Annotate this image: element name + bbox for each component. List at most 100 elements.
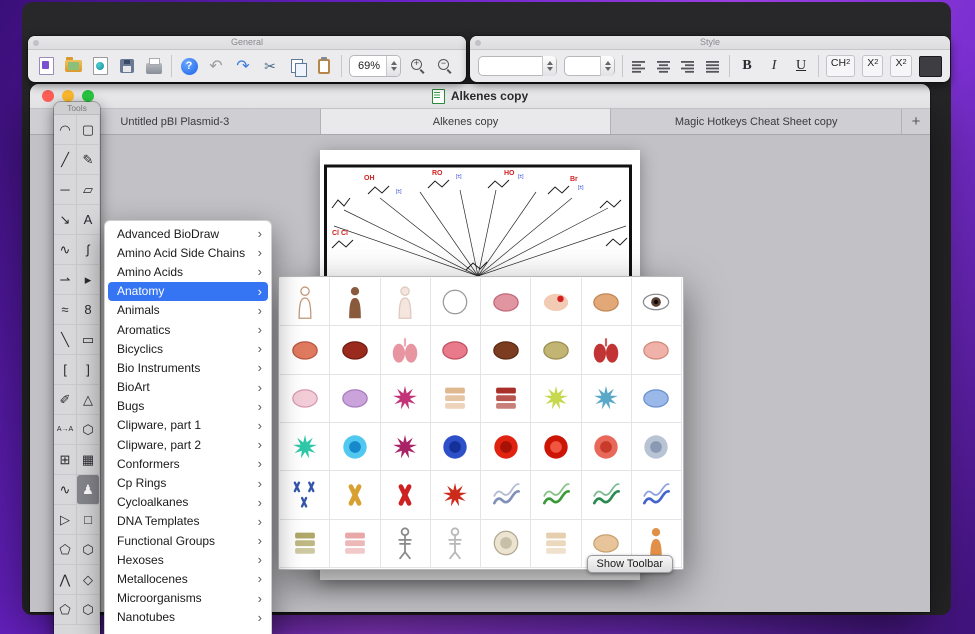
- menu-item-hexoses[interactable]: Hexoses›: [108, 550, 268, 569]
- new-document-button[interactable]: [36, 56, 56, 76]
- template-tool[interactable]: ▦: [77, 445, 100, 475]
- clipart-spiky-cell[interactable]: [381, 375, 431, 423]
- clipart-astrocyte[interactable]: [632, 375, 682, 423]
- undo-button[interactable]: ↶: [206, 56, 226, 76]
- tab-alkenes-copy[interactable]: Alkenes copy: [321, 109, 612, 134]
- close-icon[interactable]: [33, 40, 39, 46]
- rectangle-tool[interactable]: ▭: [77, 325, 100, 355]
- clipart-heart[interactable]: [431, 326, 481, 374]
- pentagon-tool[interactable]: ⬠: [54, 535, 77, 565]
- italic-button[interactable]: I: [764, 56, 784, 76]
- new-tab-button[interactable]: +: [902, 109, 930, 134]
- menu-item-functional-groups[interactable]: Functional Groups›: [108, 531, 268, 550]
- menu-item-bioart[interactable]: BioArt›: [108, 378, 268, 397]
- clipart-stomach[interactable]: [531, 326, 581, 374]
- orbital-tool[interactable]: 8: [77, 295, 100, 325]
- clipart-torso-with-heart[interactable]: [531, 278, 581, 326]
- menu-item-nanotubes[interactable]: Nanotubes›: [108, 608, 268, 627]
- cyclopentane-tool[interactable]: ⬠: [54, 595, 77, 625]
- line-tool[interactable]: ─: [54, 175, 77, 205]
- menu-item-clipware-part-2[interactable]: Clipware, part 2›: [108, 435, 268, 454]
- formula-button[interactable]: CH2: [826, 55, 855, 77]
- color-well[interactable]: [919, 56, 942, 77]
- clipart-molecule-green[interactable]: [531, 471, 581, 519]
- text-tool[interactable]: A: [77, 205, 100, 235]
- chain-tool[interactable]: ʃ: [77, 235, 100, 265]
- menu-item-bio-instruments[interactable]: Bio Instruments›: [108, 358, 268, 377]
- web-document-button[interactable]: [90, 56, 110, 76]
- menu-item-bicyclics[interactable]: Bicyclics›: [108, 339, 268, 358]
- equilibrium-arrow-tool[interactable]: ⇀: [54, 265, 77, 295]
- zoom-out-button[interactable]: −: [435, 56, 455, 76]
- wedge-bond-tool[interactable]: ▸: [77, 265, 100, 295]
- clipart-ear[interactable]: [582, 278, 632, 326]
- square-tool[interactable]: □: [77, 505, 100, 535]
- redo-button[interactable]: ↷: [233, 56, 253, 76]
- menu-item-cycloalkanes[interactable]: Cycloalkanes›: [108, 493, 268, 512]
- wave-arrow-tool[interactable]: ∿: [54, 475, 77, 505]
- close-icon[interactable]: [475, 40, 481, 46]
- hexagon-tool[interactable]: ⬡: [77, 535, 100, 565]
- menu-item-amino-acid-side-chains[interactable]: Amino Acid Side Chains›: [108, 243, 268, 262]
- clipart-cell-membrane[interactable]: [280, 375, 330, 423]
- clipart-hand-bones[interactable]: [531, 520, 581, 568]
- marquee-tool[interactable]: ▢: [77, 115, 100, 145]
- clipart-liver[interactable]: [481, 326, 531, 374]
- table-tool[interactable]: ⊞: [54, 445, 77, 475]
- curve-tool[interactable]: ∿: [54, 235, 77, 265]
- pen-tool[interactable]: ✎: [77, 145, 100, 175]
- clipart-sphere-red[interactable]: [481, 423, 531, 471]
- eraser-tool[interactable]: ▱: [77, 175, 100, 205]
- clipart-ear-canal[interactable]: [632, 326, 682, 374]
- clipart-dna-helix[interactable]: [481, 471, 531, 519]
- clipart-vertebrae[interactable]: [330, 520, 380, 568]
- tab-magic-hotkeys-cheat-sheet-copy[interactable]: Magic Hotkeys Cheat Sheet copy: [611, 109, 902, 134]
- subscript-button[interactable]: X2: [862, 55, 883, 77]
- close-window-button[interactable]: [42, 90, 54, 102]
- clipart-dna-blue[interactable]: [632, 471, 682, 519]
- wavy-bond-tool[interactable]: ≈: [54, 295, 77, 325]
- clipart-cell-purple[interactable]: [330, 375, 380, 423]
- clipart-eye[interactable]: [632, 278, 682, 326]
- pencil-tool[interactable]: ✐: [54, 385, 77, 415]
- menu-item-aromatics[interactable]: Aromatics›: [108, 320, 268, 339]
- clipart-skull[interactable]: [481, 520, 531, 568]
- print-button[interactable]: [144, 56, 164, 76]
- general-toolbar-titlebar[interactable]: General: [28, 36, 466, 50]
- clipart-human-body-outline[interactable]: [280, 278, 330, 326]
- align-right-button[interactable]: [680, 56, 698, 76]
- clipart-polysaccharide[interactable]: [582, 471, 632, 519]
- diamond-tool[interactable]: ◇: [77, 565, 100, 595]
- clipart-lungs[interactable]: [381, 326, 431, 374]
- clipart-skeleton-faint[interactable]: [431, 520, 481, 568]
- menu-item-cp-rings[interactable]: Cp Rings›: [108, 473, 268, 492]
- clipart-blood-cell[interactable]: [582, 423, 632, 471]
- bond-tool[interactable]: ╱: [54, 145, 77, 175]
- tools-palette-title[interactable]: Tools: [54, 102, 100, 115]
- clipart-chromosome-red[interactable]: [381, 471, 431, 519]
- font-select[interactable]: [478, 56, 557, 76]
- zoom-in-button[interactable]: +: [408, 56, 428, 76]
- bracket-close-tool[interactable]: ]: [77, 355, 100, 385]
- copy-button[interactable]: [287, 56, 307, 76]
- atom-map-tool[interactable]: A→A: [54, 415, 77, 445]
- clipart-nerve-fiber[interactable]: [431, 471, 481, 519]
- clipart-skeleton[interactable]: [381, 520, 431, 568]
- clipart-cell-cyan[interactable]: [330, 423, 380, 471]
- show-toolbar-button[interactable]: Show Toolbar: [587, 555, 673, 573]
- bracket-tool[interactable]: [: [54, 355, 77, 385]
- triangle-tool[interactable]: △: [77, 385, 100, 415]
- style-toolbar-titlebar[interactable]: Style: [470, 36, 950, 50]
- clipart-synapse[interactable]: [582, 375, 632, 423]
- clipart-uterus[interactable]: [582, 326, 632, 374]
- font-stepper[interactable]: [542, 56, 556, 76]
- cut-button[interactable]: ✂: [260, 56, 280, 76]
- clipart-head-profile[interactable]: [431, 278, 481, 326]
- clipart-tool[interactable]: ♟: [77, 475, 100, 505]
- align-left-button[interactable]: [630, 56, 648, 76]
- clipart-chromosome-yellow[interactable]: [330, 471, 380, 519]
- clipart-neuron-yellow[interactable]: [531, 375, 581, 423]
- window-titlebar[interactable]: Alkenes copy: [30, 84, 930, 109]
- menu-item-metallocenes[interactable]: Metallocenes›: [108, 569, 268, 588]
- menu-item-amino-acids[interactable]: Amino Acids›: [108, 262, 268, 281]
